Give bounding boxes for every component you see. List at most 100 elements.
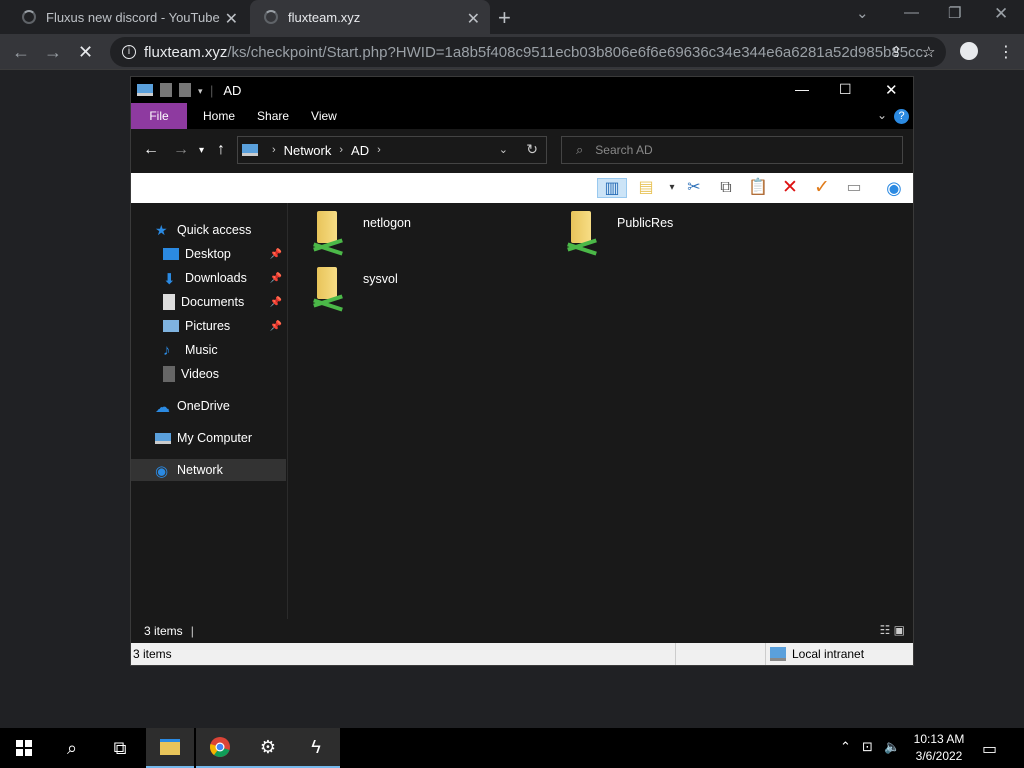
taskbar-settings[interactable]: ⚙ xyxy=(244,728,292,768)
search-taskbar-button[interactable]: ⌕ xyxy=(48,728,96,768)
breadcrumb-separator-icon: › xyxy=(272,144,276,156)
properties-icon[interactable] xyxy=(160,83,172,97)
site-info-icon[interactable]: i xyxy=(122,45,136,59)
nav-documents[interactable]: Documents 📌 xyxy=(131,291,286,313)
profile-avatar-icon[interactable] xyxy=(960,42,978,60)
taskbar-chrome[interactable] xyxy=(196,728,244,768)
tab-home[interactable]: Home xyxy=(203,109,235,123)
computer-icon xyxy=(137,84,153,96)
stop-loading-button[interactable]: ✕ xyxy=(78,42,93,63)
explorer-maximize-button[interactable]: ☐ xyxy=(839,81,852,98)
system-clock[interactable]: 10:13 AM 3/6/2022 xyxy=(904,731,974,765)
file-list: netlogon PublicRes sysvol xyxy=(289,203,913,619)
expand-ribbon-icon[interactable]: ⌄ xyxy=(877,108,887,122)
nav-music[interactable]: ♪ Music xyxy=(131,339,286,361)
refresh-icon[interactable]: ↻ xyxy=(526,141,538,158)
preview-pane-icon[interactable]: ▥ xyxy=(597,178,627,198)
share-icon[interactable]: ⇪ xyxy=(890,43,903,61)
pin-icon[interactable]: 📌 xyxy=(270,273,282,284)
status-divider xyxy=(675,643,676,665)
address-dropdown-icon[interactable]: ⌄ xyxy=(499,143,508,156)
menu-kebab-icon[interactable]: ⋮ xyxy=(998,42,1014,62)
breadcrumb-separator-icon: › xyxy=(377,144,381,156)
explorer-address-bar[interactable]: › Network › AD › ⌄ ↻ xyxy=(237,136,547,164)
delete-icon[interactable]: ✕ xyxy=(779,178,801,198)
network-tray-icon[interactable]: ⊡ xyxy=(862,739,873,755)
taskbar-file-explorer[interactable] xyxy=(146,728,194,768)
nav-my-computer[interactable]: My Computer xyxy=(131,427,286,449)
address-bar[interactable]: i fluxteam.xyz /ks/checkpoint/Start.php?… xyxy=(110,37,946,67)
explorer-body: ★ Quick access Desktop 📌 ⬇ Downloads 📌 D… xyxy=(131,203,913,619)
network-share-folder-icon xyxy=(565,211,599,256)
tab-search-icon[interactable]: ⌄ xyxy=(856,4,869,22)
copy-icon[interactable]: ⧉ xyxy=(715,178,737,198)
view-toggle-icons[interactable]: ☷ ▣ xyxy=(880,623,905,637)
rename-check-icon[interactable]: ✓ xyxy=(811,178,833,198)
breadcrumb-ad[interactable]: AD xyxy=(351,143,369,158)
start-button[interactable] xyxy=(0,728,48,768)
file-explorer-window: ▾ | AD — ☐ ✕ File Home Share View ⌄ ? ← … xyxy=(130,76,914,666)
recent-locations-dropdown-icon[interactable]: ▾ xyxy=(199,145,204,156)
taskbar-app[interactable]: ϟ xyxy=(292,728,340,768)
nav-onedrive[interactable]: ☁ OneDrive xyxy=(131,395,286,417)
documents-icon xyxy=(163,294,175,310)
close-window-button[interactable]: ✕ xyxy=(994,4,1008,24)
customize-dropdown-icon[interactable]: ▾ xyxy=(198,86,206,96)
properties-icon[interactable]: ▭ xyxy=(843,178,865,198)
url-host: fluxteam.xyz xyxy=(144,43,228,61)
close-tab-icon[interactable]: ✕ xyxy=(467,9,480,29)
computer-icon xyxy=(155,432,171,444)
views-icon[interactable]: ▤ xyxy=(635,178,657,198)
nav-label: OneDrive xyxy=(177,399,230,413)
legacy-status-bar: 3 items Local intranet xyxy=(131,643,913,665)
share-sysvol[interactable]: sysvol xyxy=(311,267,398,312)
tab-view[interactable]: View xyxy=(311,109,337,123)
browser-tab-youtube[interactable]: Fluxus new discord - YouTube ✕ xyxy=(0,0,248,34)
pin-icon[interactable]: 📌 xyxy=(270,321,282,332)
nav-quick-access[interactable]: ★ Quick access xyxy=(131,219,286,241)
back-button[interactable]: ← xyxy=(12,42,30,63)
new-folder-icon[interactable] xyxy=(179,83,191,97)
quick-access-toolbar: ▾ xyxy=(137,83,206,97)
bookmark-star-icon[interactable]: ☆ xyxy=(922,43,935,61)
up-button[interactable]: ↑ xyxy=(217,141,225,159)
browser-toolbar: ← → ✕ i fluxteam.xyz /ks/checkpoint/Star… xyxy=(0,34,1024,70)
music-note-icon: ♪ xyxy=(163,342,171,359)
globe-icon[interactable]: ◉ xyxy=(883,178,905,198)
pin-icon[interactable]: 📌 xyxy=(270,297,282,308)
restore-button[interactable]: ❐ xyxy=(948,4,961,22)
nav-downloads[interactable]: ⬇ Downloads 📌 xyxy=(131,267,286,289)
volume-icon[interactable]: 🔈 xyxy=(884,739,900,755)
breadcrumb-network[interactable]: Network xyxy=(284,143,332,158)
close-tab-icon[interactable]: ✕ xyxy=(225,9,238,29)
tab-file[interactable]: File xyxy=(131,103,187,129)
share-netlogon[interactable]: netlogon xyxy=(311,211,411,256)
help-icon[interactable]: ? xyxy=(894,109,909,124)
ribbon-tabs: File Home Share View ⌄ ? xyxy=(131,103,913,129)
explorer-back-button[interactable]: ← xyxy=(143,141,159,159)
desktop-icon xyxy=(163,248,179,260)
views-dropdown-icon[interactable]: ▾ xyxy=(661,178,683,198)
explorer-forward-button[interactable]: → xyxy=(173,141,189,159)
share-publicres[interactable]: PublicRes xyxy=(565,211,673,256)
intranet-icon xyxy=(770,647,786,661)
explorer-search-box[interactable]: ⌕ Search AD xyxy=(561,136,903,164)
nav-desktop[interactable]: Desktop 📌 xyxy=(131,243,286,265)
nav-videos[interactable]: Videos xyxy=(131,363,286,385)
explorer-minimize-button[interactable]: — xyxy=(795,81,809,97)
explorer-close-button[interactable]: ✕ xyxy=(885,81,898,99)
pin-icon[interactable]: 📌 xyxy=(270,249,282,260)
nav-pictures[interactable]: Pictures 📌 xyxy=(131,315,286,337)
minimize-button[interactable]: — xyxy=(904,4,919,21)
nav-network[interactable]: ◉ Network xyxy=(131,459,286,481)
browser-tab-fluxteam[interactable]: fluxteam.xyz ✕ xyxy=(250,0,490,34)
task-view-button[interactable]: ⧉ xyxy=(96,728,144,768)
new-tab-button[interactable]: + xyxy=(498,5,511,31)
show-hidden-icons[interactable]: ⌃ xyxy=(840,739,851,755)
tab-share[interactable]: Share xyxy=(257,109,289,123)
paste-icon[interactable]: 📋 xyxy=(747,178,769,198)
forward-button[interactable]: → xyxy=(44,42,62,63)
cut-icon[interactable]: ✂ xyxy=(683,178,705,198)
status-separator: | xyxy=(190,624,194,638)
notifications-icon[interactable]: ▭ xyxy=(982,739,997,759)
